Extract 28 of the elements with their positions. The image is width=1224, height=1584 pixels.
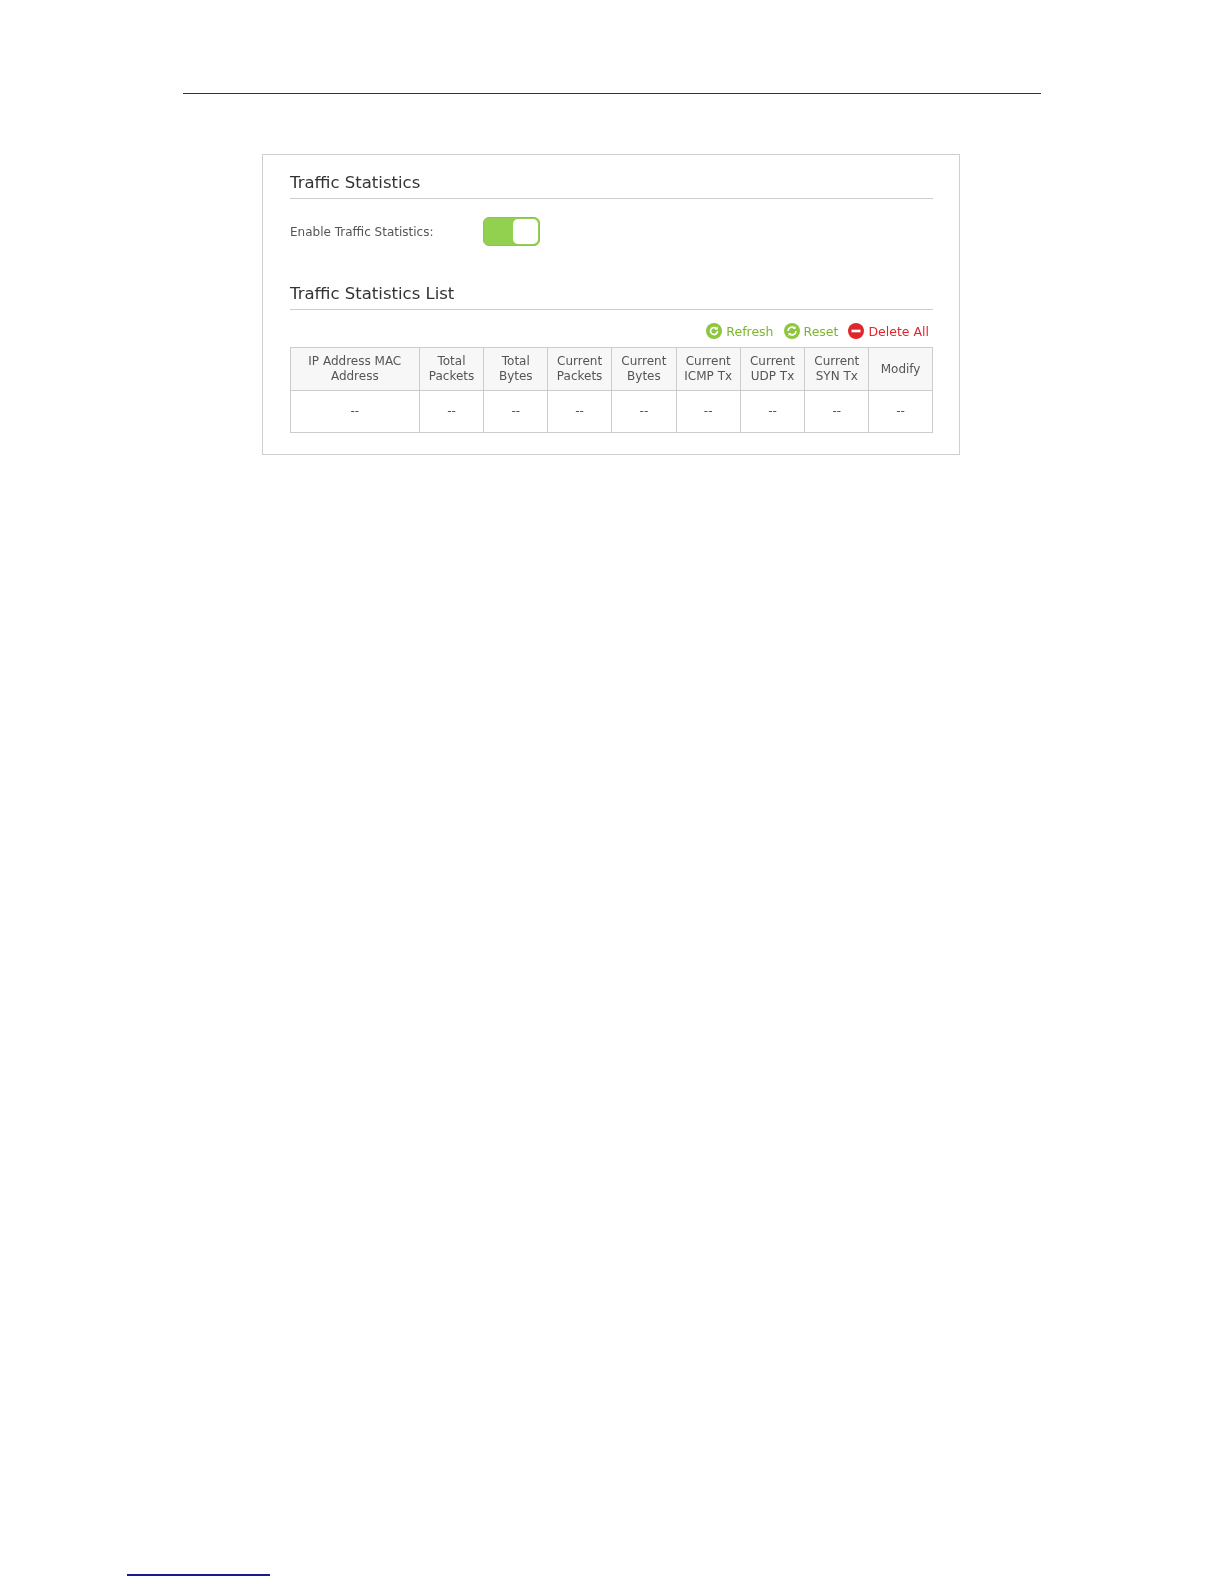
table-cell: -- bbox=[740, 391, 806, 433]
refresh-icon bbox=[706, 323, 723, 339]
minus-circle-icon bbox=[848, 323, 865, 339]
reset-link[interactable]: Reset bbox=[783, 323, 839, 339]
column-header: Total Packets bbox=[419, 348, 485, 391]
cycle-arrows-icon bbox=[783, 323, 800, 339]
section-title: Traffic Statistics bbox=[290, 173, 933, 199]
table-cell: -- bbox=[676, 391, 741, 433]
toggle-switch[interactable] bbox=[483, 217, 540, 246]
column-header: Current SYN Tx bbox=[805, 348, 870, 391]
section-title: Traffic Statistics List bbox=[290, 284, 933, 310]
table-cell: -- bbox=[805, 391, 870, 433]
table-cell: -- bbox=[291, 391, 420, 433]
table-cell: -- bbox=[484, 391, 549, 433]
column-header: IP Address MAC Address bbox=[291, 348, 420, 391]
table-cell: -- bbox=[548, 391, 612, 433]
column-header: Current UDP Tx bbox=[740, 348, 806, 391]
table-cell: -- bbox=[419, 391, 485, 433]
column-header: Modify bbox=[869, 348, 933, 391]
column-header: Current Packets bbox=[548, 348, 612, 391]
table-cell: -- bbox=[612, 391, 677, 433]
refresh-link[interactable]: Refresh bbox=[706, 323, 774, 339]
column-header: Total Bytes bbox=[484, 348, 549, 391]
column-header: Current Bytes bbox=[612, 348, 677, 391]
table-cell: -- bbox=[869, 391, 933, 433]
field-label: Enable Traffic Statistics: bbox=[290, 224, 435, 239]
delete-all-link[interactable]: Delete All bbox=[848, 323, 929, 339]
column-header: Current ICMP Tx bbox=[676, 348, 741, 391]
